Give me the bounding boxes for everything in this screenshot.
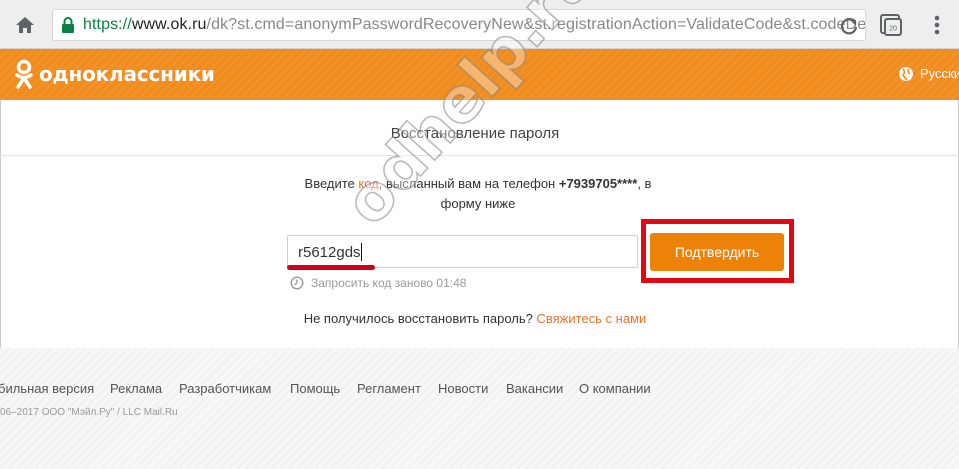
timer-icon: [290, 276, 304, 290]
instruction-part: , высланный вам на телефон: [378, 176, 559, 191]
menu-icon[interactable]: [928, 12, 946, 38]
lock-icon: [61, 17, 75, 33]
reload-icon[interactable]: [839, 16, 859, 36]
footer-link-regulations[interactable]: Регламент: [357, 381, 421, 396]
url-text: https://www.ok.ru/dk?st.cmd=anonymPasswo…: [83, 16, 866, 34]
tab-count: 20: [889, 26, 897, 33]
page-title: Восстановление пароля: [390, 125, 560, 142]
phone-number: +7939705****: [558, 176, 638, 191]
language-label: Русский: [920, 66, 959, 81]
contact-us-link[interactable]: Свяжитесь с нами: [536, 311, 646, 326]
footer-link-jobs[interactable]: Вакансии: [506, 381, 563, 396]
footer-link-news[interactable]: Новости: [438, 381, 488, 396]
brand-name[interactable]: одноклассники: [39, 62, 215, 86]
globe-icon: [898, 66, 914, 82]
url-scheme: https://: [83, 16, 132, 33]
tabs-icon[interactable]: 20: [878, 12, 904, 38]
copyright: 06–2017 ООО "Мэйл.Ру" / LLC Mail.Ru: [0, 407, 178, 418]
text-caret: [361, 243, 362, 261]
instruction-part: Введите: [304, 176, 359, 191]
address-bar[interactable]: https://www.ok.ru/dk?st.cmd=anonymPasswo…: [52, 9, 866, 41]
footer-link-about[interactable]: О компании: [579, 381, 651, 396]
url-host: www.ok.ru: [131, 16, 207, 33]
ok-logo-icon[interactable]: [14, 59, 34, 91]
help-text: Не получилось восстановить пароль?: [303, 311, 537, 326]
footer-link-developers[interactable]: Разработчикам: [179, 381, 271, 396]
help-line: Не получилось восстановить пароль? Свяжи…: [0, 311, 950, 326]
footer-link-ads[interactable]: Реклама: [110, 381, 162, 396]
code-link[interactable]: код: [358, 176, 378, 191]
divider: [0, 155, 959, 156]
home-icon[interactable]: [12, 12, 38, 38]
code-input-value: r5612gds: [298, 244, 361, 261]
site-header: одноклассники Русский: [0, 49, 959, 100]
code-input[interactable]: r5612gds: [287, 235, 638, 268]
url-path: /dk?st.cmd=anonymPasswordRecoveryNew&st.…: [206, 16, 866, 33]
red-highlight-annotation: [641, 219, 794, 283]
instruction-text: Введите код, высланный вам на телефон +7…: [288, 174, 668, 214]
browser-toolbar: https://www.ok.ru/dk?st.cmd=anonymPasswo…: [0, 0, 959, 49]
red-underline-annotation: [287, 265, 375, 270]
footer-link-help[interactable]: Помощь: [290, 381, 340, 396]
footer-link-mobile[interactable]: бильная версия: [0, 381, 94, 396]
resend-label: Запросить код заново 01:48: [311, 276, 467, 290]
